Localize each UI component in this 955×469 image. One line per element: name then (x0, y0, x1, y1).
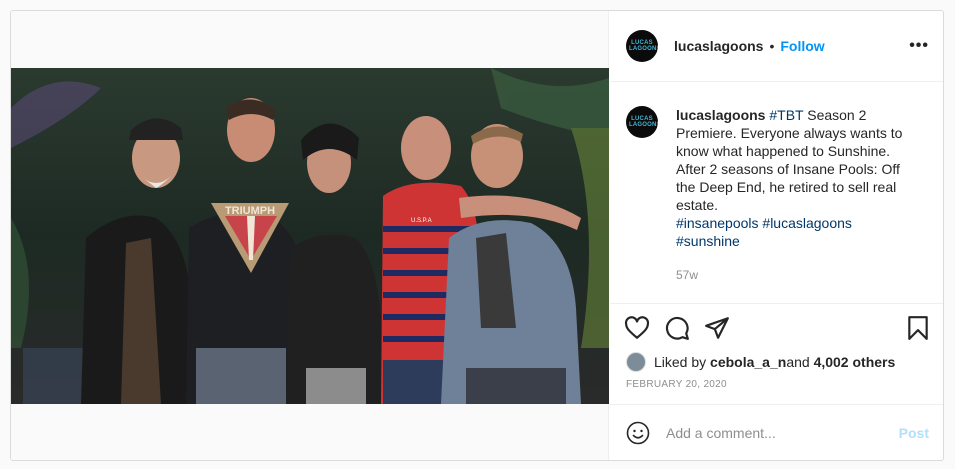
likes-summary: Liked by cebola_a_n and 4,002 others (610, 351, 943, 373)
hashtag-lucaslagoons[interactable]: #lucaslagoons (762, 215, 852, 231)
polo-text: U.S.P.A (411, 218, 432, 224)
more-options-icon[interactable]: ••• (909, 38, 929, 54)
emoji-icon[interactable] (626, 421, 650, 445)
post-card: TRIUMPH U.S.P.A LUCAS LAGOONS lucaslagoo… (10, 10, 944, 461)
header-separator: • (769, 38, 775, 54)
avatar-text: LUCAS LAGOONS (629, 40, 658, 52)
post-photo[interactable]: TRIUMPH U.S.P.A (11, 68, 609, 404)
caption: lucaslagoons #TBT Season 2 Premiere. Eve… (676, 106, 916, 303)
hashtag-tbt[interactable]: #TBT (769, 107, 803, 123)
comment-bar: Post (610, 404, 943, 460)
share-icon[interactable] (704, 315, 730, 341)
post-header: LUCAS LAGOONS lucaslagoons • Follow ••• (610, 11, 943, 82)
post-age[interactable]: 57w (676, 266, 916, 284)
likes-count[interactable]: 4,002 others (814, 354, 896, 370)
caption-avatar[interactable]: LUCAS LAGOONS (626, 106, 658, 138)
action-bar (610, 304, 943, 351)
bookmark-icon[interactable] (905, 315, 931, 341)
photo-illustration: TRIUMPH U.S.P.A (11, 68, 609, 404)
caption-username[interactable]: lucaslagoons (676, 107, 765, 123)
post-sidebar: LUCAS LAGOONS lucaslagoons • Follow ••• … (610, 11, 943, 460)
shirt-logo-text: TRIUMPH (225, 205, 275, 217)
comment-input[interactable] (666, 424, 899, 441)
media-panel: TRIUMPH U.S.P.A (11, 11, 609, 460)
header-username[interactable]: lucaslagoons (674, 38, 763, 54)
liker-username[interactable]: cebola_a_n (710, 354, 786, 370)
heart-icon[interactable] (624, 315, 650, 341)
likes-middle: and (786, 354, 810, 370)
liker-avatar[interactable] (626, 352, 646, 372)
post-comment-button[interactable]: Post (899, 425, 929, 441)
account-avatar[interactable]: LUCAS LAGOONS (626, 30, 658, 62)
hashtag-insanepools[interactable]: #insanepools (676, 215, 759, 231)
caption-avatar-text: LUCAS LAGOONS (629, 116, 658, 128)
follow-button[interactable]: Follow (780, 38, 824, 54)
caption-area: LUCAS LAGOONS lucaslagoons #TBT Season 2… (610, 82, 943, 304)
hashtag-sunshine[interactable]: #sunshine (676, 233, 740, 249)
comment-icon[interactable] (664, 315, 690, 341)
post-date[interactable]: FEBRUARY 20, 2020 (610, 373, 943, 399)
likes-prefix: Liked by (654, 354, 707, 370)
